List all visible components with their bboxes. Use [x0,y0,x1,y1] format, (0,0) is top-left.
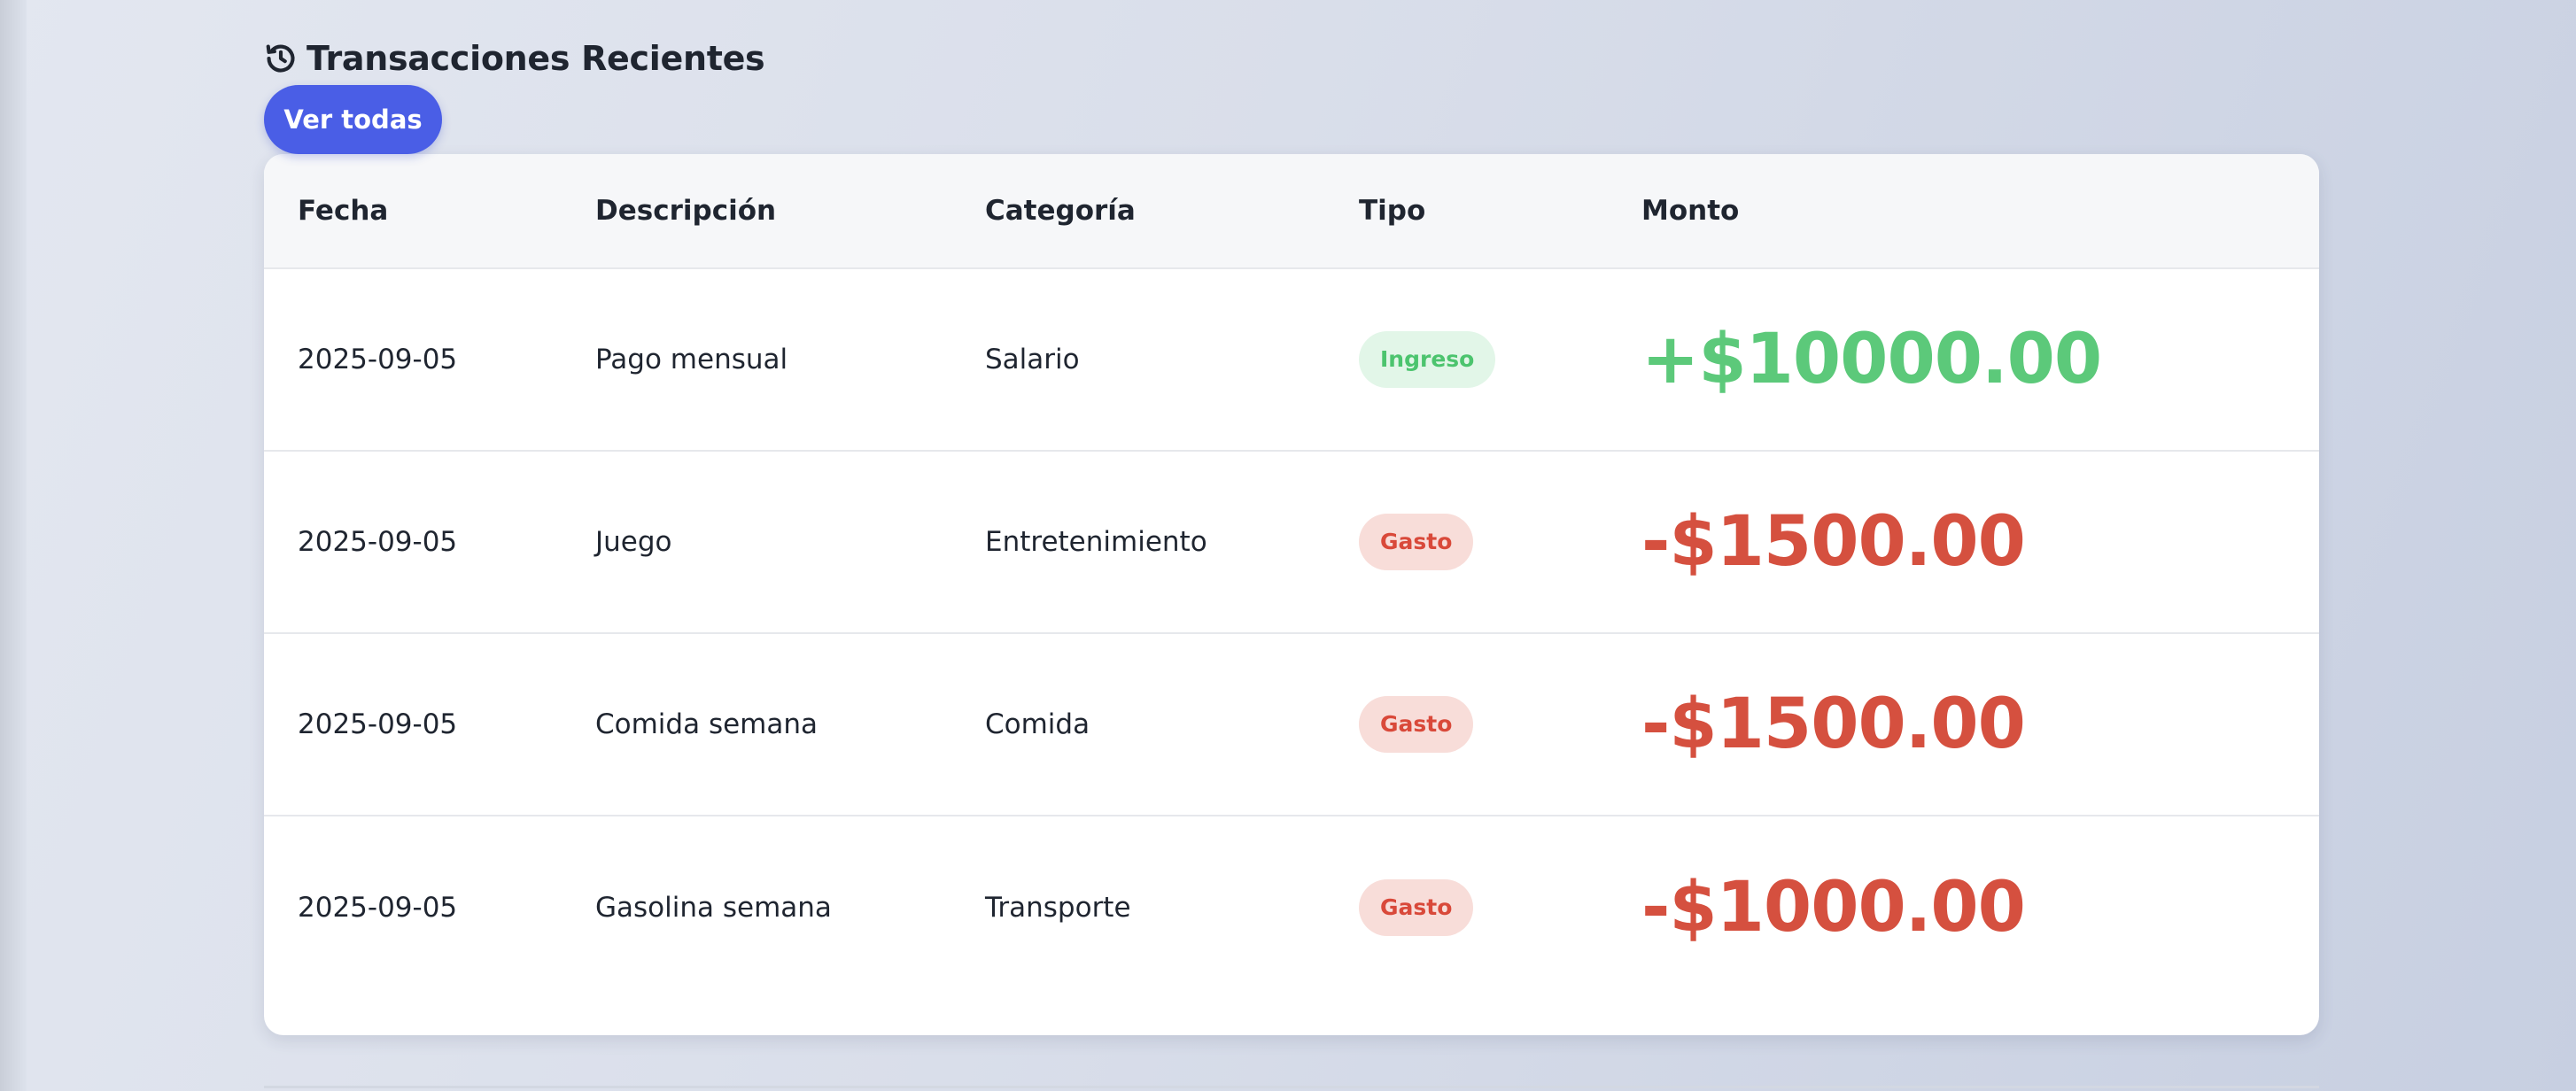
cell-categoria: Transporte [951,815,1325,998]
cell-descripcion: Pago mensual [595,344,788,375]
table-row[interactable]: 2025-09-05 Gasolina semana Transporte Ga… [264,815,2319,998]
cell-fecha: 2025-09-05 [264,450,562,633]
cell-monto: -$1500.00 [1608,450,2319,633]
cell-fecha: 2025-09-05 [264,815,562,998]
view-all-button[interactable]: Ver todas [264,85,442,154]
amount-value: -$1500.00 [1641,502,2026,582]
amount-value: +$10000.00 [1641,320,2102,399]
cell-categoria: Entretenimiento [951,450,1325,633]
cell-tipo: Gasto [1325,450,1608,633]
cell-fecha: 2025-09-05 [264,632,562,816]
cell-descripcion: Comida semana [562,632,951,816]
cell-tipo: Ingreso [1325,268,1608,451]
cell-monto: +$10000.00 [1608,268,2319,451]
transactions-table: Fecha Descripción Categoría Tipo Monto 2… [264,154,2319,998]
cell-descripcion: Juego [562,450,951,633]
amount-value: -$1500.00 [1641,685,2026,764]
cell-monto: -$1500.00 [1608,632,2319,816]
type-badge-gasto: Gasto [1359,878,1474,936]
section-header: Transacciones Recientes [264,35,2319,81]
cell-categoria: Salario [985,344,1080,375]
table-row[interactable]: 2025-09-05 Juego Entretenimiento Gasto -… [264,450,2319,633]
column-header-tipo: Tipo [1325,154,1608,269]
section-title: Transacciones Recientes [306,39,765,78]
table-row[interactable]: 2025-09-05 Comida semana Comida Gasto -$… [264,632,2319,816]
cell-descripcion: Gasolina semana [562,815,951,998]
table-header-row: Fecha Descripción Categoría Tipo Monto [264,154,2319,269]
type-badge-gasto: Gasto [1359,514,1474,570]
column-header-categoria: Categoría [951,154,1325,269]
recent-transactions-section: Transacciones Recientes Ver todas Fecha … [264,35,2319,1035]
type-badge-gasto: Gasto [1359,696,1474,753]
cell-monto: -$1000.00 [1608,815,2319,998]
section-divider [264,1086,2319,1088]
history-icon [264,42,298,75]
window-edge-shadow [0,0,27,1091]
column-header-fecha: Fecha [264,154,562,269]
cell-tipo: Gasto [1325,632,1608,816]
transactions-table-card: Fecha Descripción Categoría Tipo Monto 2… [264,154,2319,1035]
amount-value: -$1000.00 [1641,867,2026,948]
column-header-descripcion: Descripción [562,154,951,269]
cell-fecha: 2025-09-05 [298,344,458,375]
column-header-monto: Monto [1608,154,2319,269]
cell-tipo: Gasto [1325,815,1608,998]
table-row[interactable]: 2025-09-05 Pago mensual Salario Ingreso … [264,268,2319,451]
type-badge-ingreso: Ingreso [1359,331,1496,388]
cell-categoria: Comida [951,632,1325,816]
